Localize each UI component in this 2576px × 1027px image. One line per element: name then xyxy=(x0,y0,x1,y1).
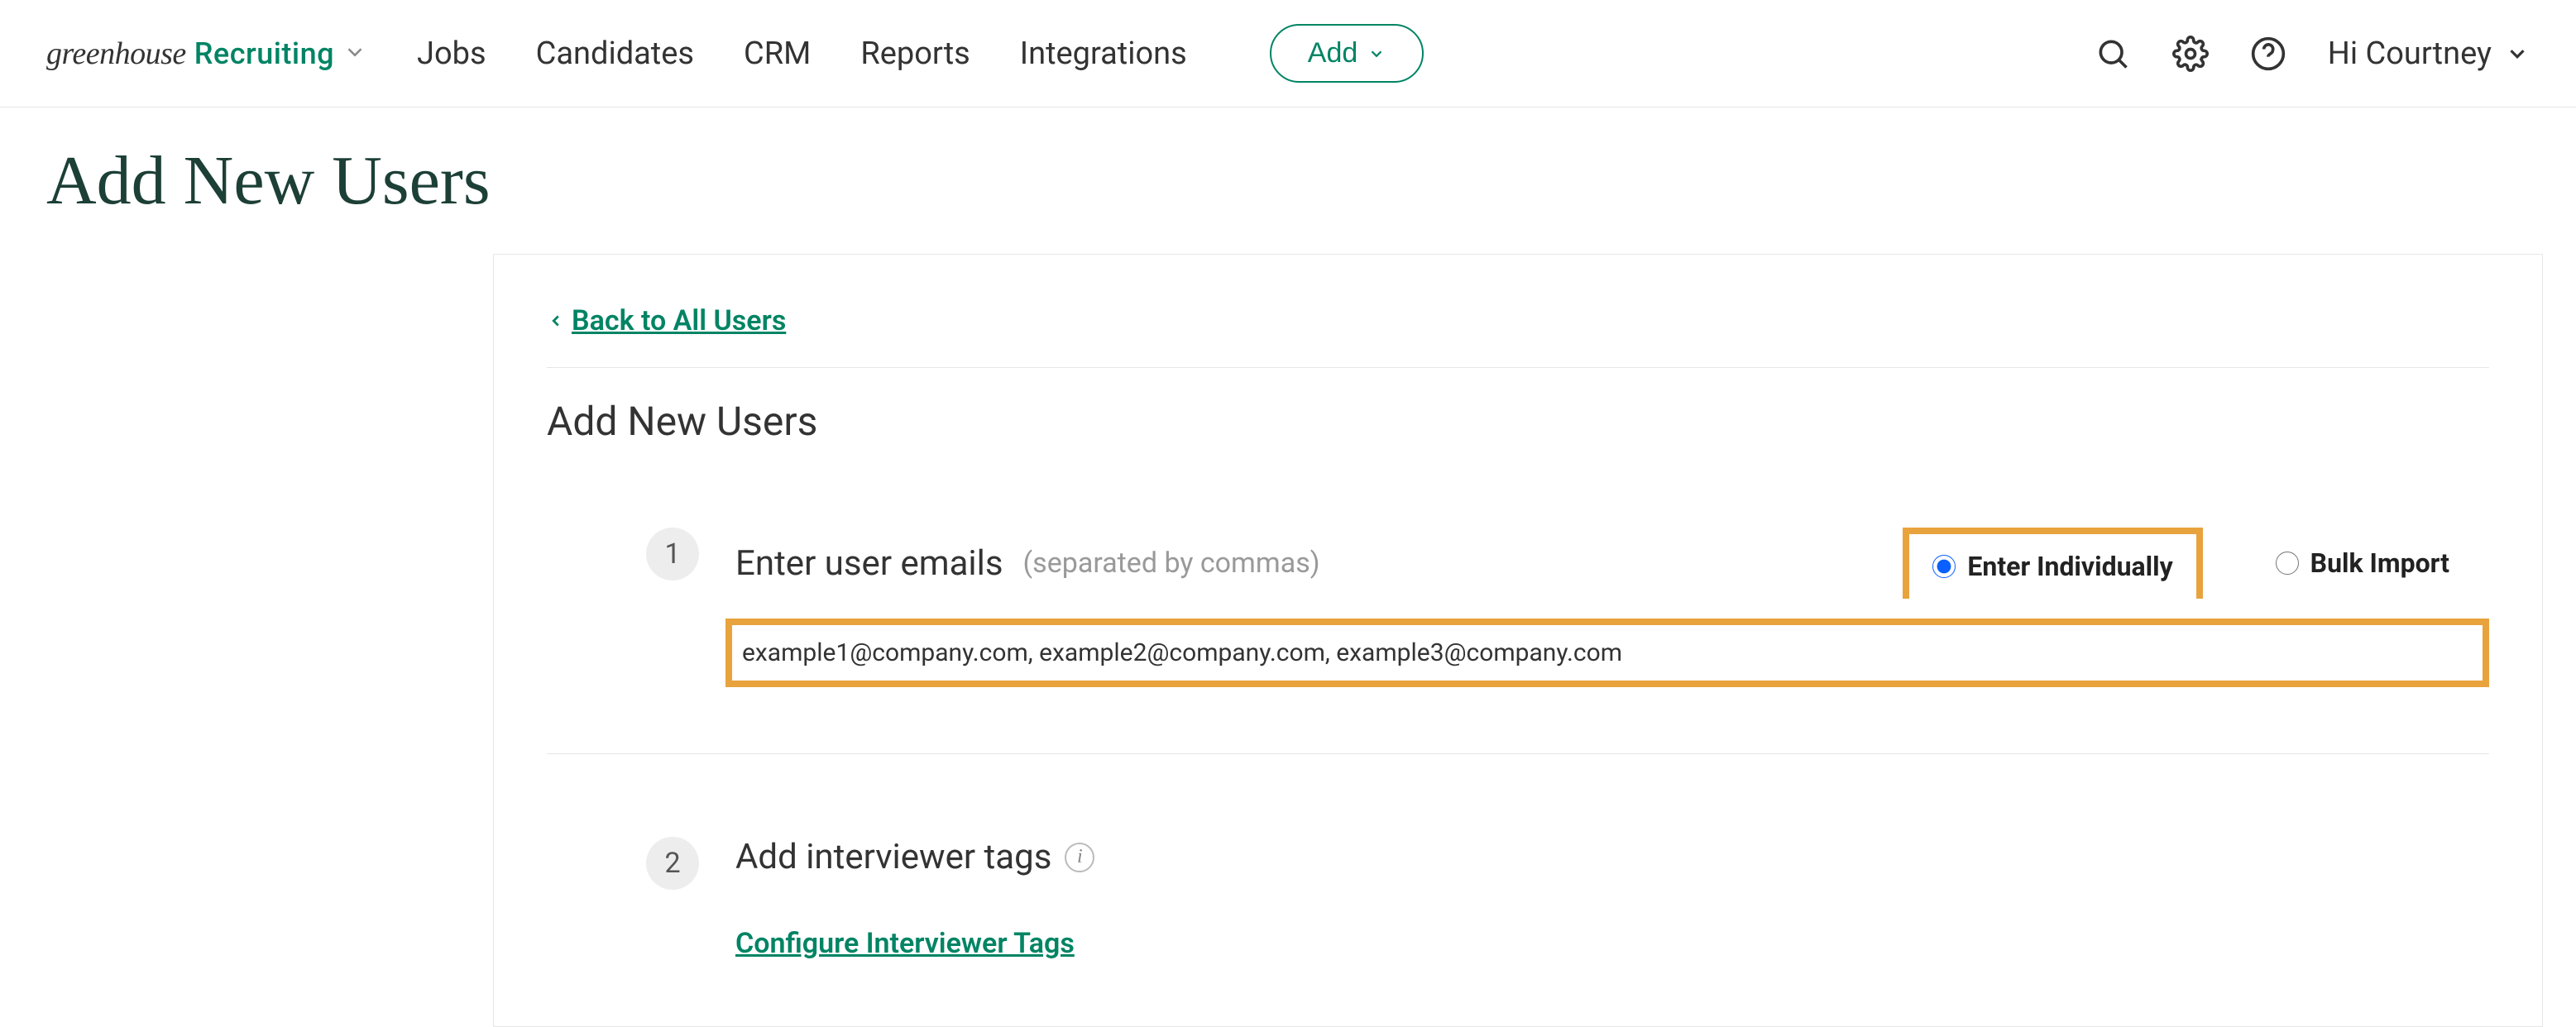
chevron-left-icon xyxy=(547,312,565,330)
top-nav: greenhouse Recruiting Jobs Candidates CR… xyxy=(0,0,2576,107)
radio-bulk-import-input[interactable] xyxy=(2276,552,2299,575)
gear-icon[interactable] xyxy=(2172,36,2209,72)
chevron-down-icon xyxy=(342,40,367,68)
nav-reports[interactable]: Reports xyxy=(860,36,970,72)
step-badge-1: 1 xyxy=(646,528,699,580)
add-button[interactable]: Add xyxy=(1270,24,1424,83)
step-1-hint: (separated by commas) xyxy=(1023,547,1320,580)
configure-interviewer-tags-link[interactable]: Configure Interviewer Tags xyxy=(735,927,1075,960)
user-greeting-text: Hi Courtney xyxy=(2328,36,2492,72)
help-icon[interactable] xyxy=(2250,36,2286,72)
radio-enter-individually-input[interactable] xyxy=(1932,555,1956,578)
email-input-highlight xyxy=(725,619,2489,687)
info-icon[interactable]: i xyxy=(1065,843,1094,872)
panel-heading: Add New Users xyxy=(547,398,2489,445)
chevron-down-icon xyxy=(2505,41,2530,66)
nav-integrations[interactable]: Integrations xyxy=(1020,36,1187,72)
radio-bulk-import-label: Bulk Import xyxy=(2310,547,2449,579)
step-1-header: Enter user emails (separated by commas) … xyxy=(735,528,2489,599)
user-emails-input[interactable] xyxy=(737,630,2478,676)
nav-right: Hi Courtney xyxy=(2095,36,2530,72)
back-to-all-users-link[interactable]: Back to All Users xyxy=(547,304,786,337)
back-link-text: Back to All Users xyxy=(572,304,786,337)
nav-links: Jobs Candidates CRM Reports Integrations xyxy=(417,36,1187,72)
radio-enter-individually[interactable]: Enter Individually xyxy=(1903,528,2202,599)
step-1-title: Enter user emails xyxy=(735,543,1003,584)
nav-jobs[interactable]: Jobs xyxy=(417,36,486,72)
radio-bulk-import[interactable]: Bulk Import xyxy=(2253,531,2473,595)
logo-brand: greenhouse xyxy=(46,36,186,72)
search-icon[interactable] xyxy=(2095,36,2131,72)
divider xyxy=(547,367,2489,368)
step-1-body: Enter user emails (separated by commas) … xyxy=(735,528,2489,687)
chevron-down-icon xyxy=(1367,45,1386,63)
step-2-header: Add interviewer tags i xyxy=(735,837,2489,877)
logo-product: Recruiting xyxy=(194,36,334,71)
step-1: 1 Enter user emails (separated by commas… xyxy=(547,445,2489,687)
step-badge-2: 2 xyxy=(646,837,699,890)
nav-crm[interactable]: CRM xyxy=(744,36,811,72)
user-menu[interactable]: Hi Courtney xyxy=(2328,36,2530,72)
radio-enter-individually-label: Enter Individually xyxy=(1967,551,2172,582)
nav-candidates[interactable]: Candidates xyxy=(536,36,694,72)
page-title: Add New Users xyxy=(0,107,2576,254)
main-panel: Back to All Users Add New Users 1 Enter … xyxy=(493,254,2543,1027)
add-button-label: Add xyxy=(1308,37,1358,69)
step-2-title: Add interviewer tags xyxy=(735,837,1051,877)
logo[interactable]: greenhouse Recruiting xyxy=(46,36,367,72)
step-2-body: Add interviewer tags i Configure Intervi… xyxy=(735,837,2489,960)
entry-mode-radio-group: Enter Individually Bulk Import xyxy=(1903,528,2489,599)
step-2: 2 Add interviewer tags i Configure Inter… xyxy=(547,754,2489,960)
